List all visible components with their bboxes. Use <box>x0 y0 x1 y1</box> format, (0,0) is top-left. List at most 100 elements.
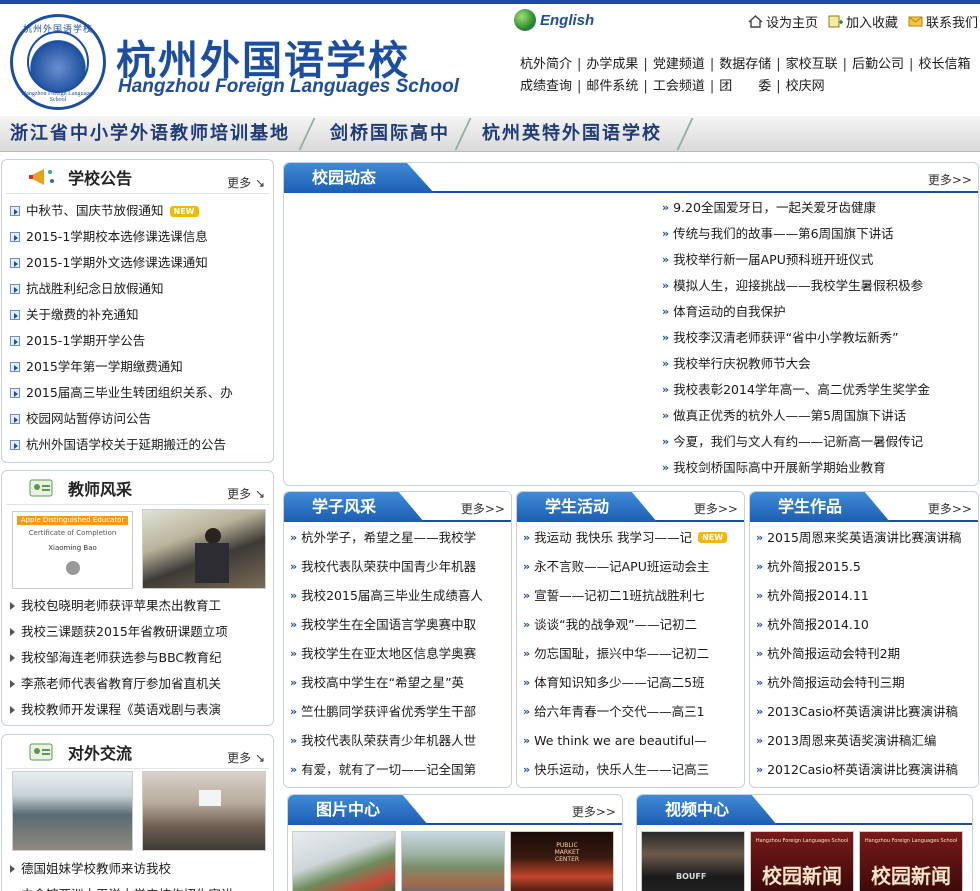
list-item[interactable]: 2015-1学期开学公告 <box>10 328 273 354</box>
gallery-market-photo[interactable]: PUBLIC MARKET CENTER <box>510 831 614 891</box>
announcements-more-link[interactable]: 更多 ↘ <box>227 174 265 191</box>
add-favorite-link[interactable]: 加入收藏 <box>828 12 898 31</box>
video-thumb-student[interactable]: BOUFF <box>641 831 745 891</box>
nav-item-grades[interactable]: 成绩查询 <box>520 76 577 98</box>
news-item[interactable]: » 2015周恩来奖英语演讲比赛演讲稿 <box>756 523 978 552</box>
exchange-more-link[interactable]: 更多 ↘ <box>227 749 265 766</box>
news-item[interactable]: » 我校学生在全国语言学奥赛中取 <box>290 610 510 639</box>
video-thumb-campus-news-2[interactable]: Hangzhou Foreign Languages School 校园新闻 <box>859 831 963 891</box>
video-center-tab[interactable]: 视频中心 <box>637 795 777 825</box>
nav-item-party[interactable]: 党建频道 <box>648 54 710 76</box>
teachers-more-link[interactable]: 更多 ↘ <box>227 485 265 502</box>
nav-item-mail[interactable]: 邮件系统 <box>581 76 643 98</box>
nav-item-youth-league[interactable]: 团 委 <box>714 76 776 98</box>
news-item[interactable]: » 我校表彰2014学年高一、高二优秀学生奖学金 <box>662 377 977 403</box>
news-item[interactable]: » 我校举行新一届APU预科班开班仪式 <box>662 247 977 273</box>
news-item[interactable]: » 我校剑桥国际高中开展新学期始业教育 <box>662 455 977 481</box>
list-item[interactable]: 2015学年第一学期缴费通知 <box>10 354 273 380</box>
works-more-link[interactable]: 更多>> <box>928 500 972 517</box>
list-item[interactable]: 我校包晓明老师获评苹果杰出教育工 <box>10 593 272 619</box>
nav-item-logistics[interactable]: 后勤公司 <box>847 54 909 76</box>
news-item[interactable]: » 杭外学子，希望之星——我校学 <box>290 523 510 552</box>
news-item[interactable]: » 给六年青春一个交代——高三1 <box>523 697 743 726</box>
news-item[interactable]: » 杭外简报2014.11 <box>756 581 978 610</box>
news-item[interactable]: » 我校举行庆祝教师节大会 <box>662 351 977 377</box>
nav-item-union[interactable]: 工会频道 <box>648 76 710 98</box>
news-item[interactable]: » 杭外简报运动会特刊2期 <box>756 639 978 668</box>
nav-item-home-school[interactable]: 家校互联 <box>781 54 843 76</box>
campus-news-more-link[interactable]: 更多>> <box>928 171 972 188</box>
news-item[interactable]: » 传统与我们的故事——第6周国旗下讲话 <box>662 221 977 247</box>
list-item[interactable]: 我校教师开发课程《英语戏剧与表演 <box>10 697 272 723</box>
school-seal-logo[interactable]: 杭州外国语学校 Hangzhou Foreign Languages Schoo… <box>10 14 106 110</box>
gallery-campus-photo[interactable] <box>401 831 505 891</box>
news-item[interactable]: » 我运动 我快乐 我学习——记 NEW <box>523 523 743 552</box>
list-item[interactable]: 关于缴费的补充通知 <box>10 302 273 328</box>
activities-more-link[interactable]: 更多>> <box>694 500 738 517</box>
news-item[interactable]: » 2013周恩来英语奖演讲稿汇编 <box>756 726 978 755</box>
video-thumb-campus-news-1[interactable]: Hangzhou Foreign Languages School 校园新闻 <box>750 831 854 891</box>
news-item[interactable]: » 体育运动的自我保护 <box>662 299 977 325</box>
news-item[interactable]: » 我校高中学生在“希望之星”英 <box>290 668 510 697</box>
list-item[interactable]: 2015-1学期外文选修课选课通知 <box>10 250 273 276</box>
works-tab[interactable]: 学生作品 <box>750 492 890 522</box>
list-item[interactable]: 抗战胜利纪念日放假通知 <box>10 276 273 302</box>
gallery-flags-photo[interactable] <box>292 831 396 891</box>
news-item[interactable]: » 我校2015届高三毕业生成绩喜人 <box>290 581 510 610</box>
set-homepage-link[interactable]: 设为主页 <box>748 12 818 31</box>
news-item[interactable]: » 体育知识知多少——记高二5班 <box>523 668 743 697</box>
banner-teacher-training[interactable]: 浙江省中小学外语教师培训基地 <box>10 116 290 152</box>
campus-news-tab[interactable]: 校园动态 <box>284 163 434 193</box>
news-item[interactable]: » 竺仕鹏同学获评省优秀学生干部 <box>290 697 510 726</box>
news-item[interactable]: » 快乐运动，快乐人生——记高三 <box>523 755 743 784</box>
news-item[interactable]: » 谈谈“我的战争观”——记初二 <box>523 610 743 639</box>
news-item[interactable]: » 2012Casio杯英语演讲比赛演讲稿 <box>756 755 978 784</box>
list-item[interactable]: 李燕老师代表省教育厅参加省直机关 <box>10 671 272 697</box>
meeting-photo[interactable] <box>142 771 266 851</box>
nav-item-achievements[interactable]: 办学成果 <box>581 54 643 76</box>
banner-intel-school[interactable]: 杭州英特外国语学校 <box>482 116 662 152</box>
news-item[interactable]: » 有爱，就有了一切——记全国第 <box>290 755 510 784</box>
news-slideshow-area[interactable] <box>288 199 656 481</box>
list-item[interactable]: 我校邹海连老师获选参与BBC教育纪 <box>10 645 272 671</box>
picture-center-tab[interactable]: 图片中心 <box>288 795 428 825</box>
certificate-photo[interactable]: Apple Distinguished Educator Certificate… <box>12 511 133 589</box>
news-item[interactable]: » 杭外简报2014.10 <box>756 610 978 639</box>
news-item[interactable]: » 杭外简报运动会特刊三期 <box>756 668 978 697</box>
news-item[interactable]: » 今夏，我们与文人有约——记新高一暑假传记 <box>662 429 977 455</box>
news-item[interactable]: » 我校代表队荣获青少年机器人世 <box>290 726 510 755</box>
list-item[interactable]: 2015-1学期校本选修课选课信息 <box>10 224 273 250</box>
nav-item-principal-mailbox[interactable]: 校长信箱 <box>913 54 975 76</box>
list-item[interactable]: 2015届高三毕业生转团组织关系、办 <box>10 380 273 406</box>
news-item[interactable]: » 我校学生在亚太地区信息学奥赛 <box>290 639 510 668</box>
scholars-tab[interactable]: 学子风采 <box>284 492 424 522</box>
teacher-photo[interactable] <box>142 509 266 589</box>
list-item[interactable]: 校园网站暂停访问公告 <box>10 406 273 432</box>
news-item[interactable]: » 我校代表队荣获中国青少年机器 <box>290 552 510 581</box>
news-item[interactable]: » 9.20全国爱牙日，一起关爱牙齿健康 <box>662 195 977 221</box>
scholars-more-link[interactable]: 更多>> <box>461 500 505 517</box>
nav-item-intro[interactable]: 杭外简介 <box>520 54 577 76</box>
list-item[interactable]: 德国姐妹学校教师来访我校 <box>10 856 272 882</box>
banner-cambridge[interactable]: 剑桥国际高中 <box>330 116 450 152</box>
news-item[interactable]: » We think we are beautiful— <box>523 726 743 755</box>
activities-tab[interactable]: 学生活动 <box>517 492 657 522</box>
list-item[interactable]: 我校三课题获2015年省教研课题立项 <box>10 619 272 645</box>
nav-item-anniversary[interactable]: 校庆网 <box>781 76 830 98</box>
news-item[interactable]: » 我校李汉清老师获评“省中小学教坛新秀” <box>662 325 977 351</box>
news-item[interactable]: » 做真正优秀的杭外人——第5周国旗下讲话 <box>662 403 977 429</box>
news-item[interactable]: » 宣誓——记初二1班抗战胜利七 <box>523 581 743 610</box>
classroom-photo[interactable] <box>12 771 133 851</box>
english-version-link[interactable]: English <box>514 8 594 32</box>
news-item[interactable]: » 勿忘国耻，振兴中华——记初二 <box>523 639 743 668</box>
news-item[interactable]: » 模拟人生，迎接挑战——我校学生暑假积极参 <box>662 273 977 299</box>
news-item[interactable]: » 永不言败——记APU班运动会主 <box>523 552 743 581</box>
nav-item-data-storage[interactable]: 数据存储 <box>714 54 776 76</box>
list-item[interactable]: 中秋节、国庆节放假通知 NEW <box>10 198 273 224</box>
list-item[interactable]: 立命馆亚洲太平洋大学来校作招生宣讲 <box>10 882 272 891</box>
list-item[interactable]: 杭州外国语学校关于延期搬迁的公告 <box>10 432 273 458</box>
news-item[interactable]: » 2013Casio杯英语演讲比赛演讲稿 <box>756 697 978 726</box>
contact-us-link[interactable]: 联系我们 <box>908 12 978 31</box>
news-item[interactable]: » 杭外简报2015.5 <box>756 552 978 581</box>
picture-center-more-link[interactable]: 更多>> <box>572 803 616 820</box>
